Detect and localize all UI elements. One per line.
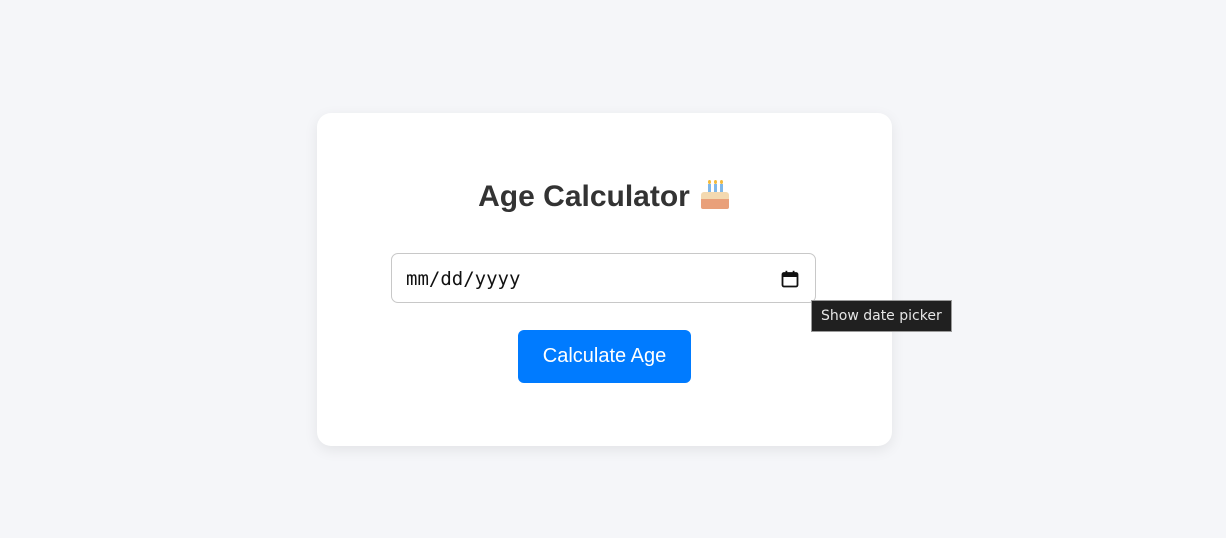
date-picker-tooltip: Show date picker bbox=[811, 300, 952, 332]
birthdate-placeholder: mm/dd/yyyy bbox=[406, 268, 521, 290]
page-title: Age Calculator bbox=[0, 178, 1208, 216]
page-title-text: Age Calculator bbox=[478, 180, 690, 213]
birthday-cake-icon bbox=[700, 180, 730, 210]
calendar-icon[interactable] bbox=[781, 270, 799, 288]
calculate-age-button[interactable]: Calculate Age bbox=[518, 330, 691, 383]
birthdate-input[interactable]: mm/dd/yyyy bbox=[391, 253, 816, 303]
